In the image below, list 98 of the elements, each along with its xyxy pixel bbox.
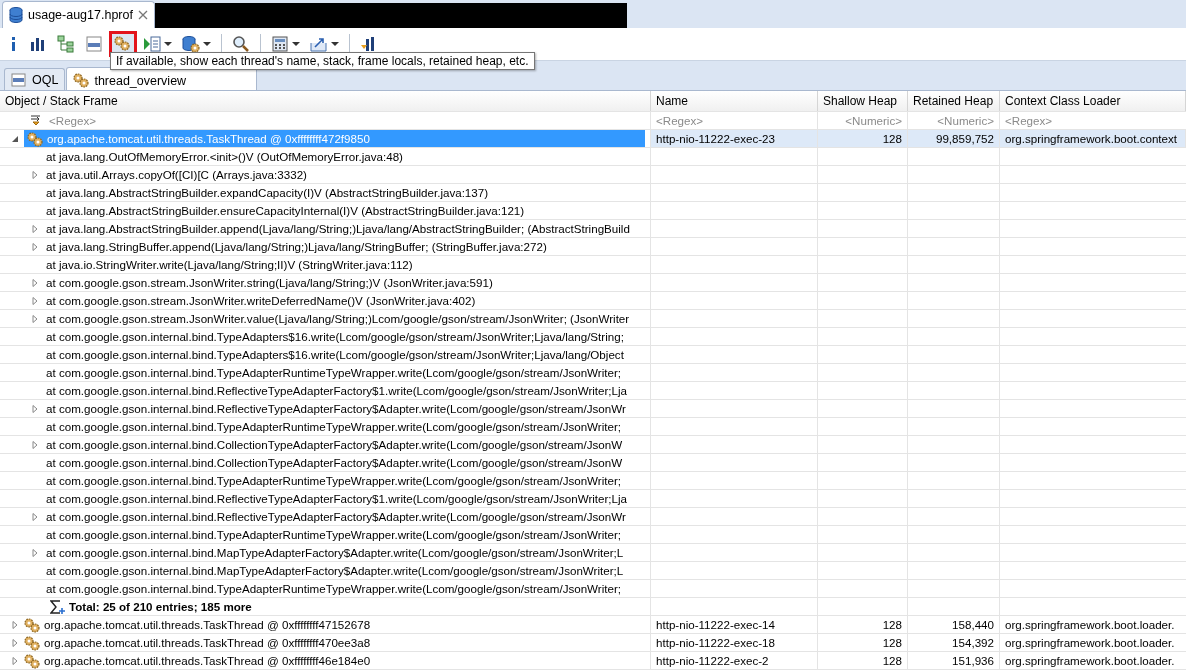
collapsed-arrow-icon[interactable]: [10, 619, 20, 630]
collapsed-arrow-icon[interactable]: [30, 439, 40, 450]
collapsed-arrow-icon[interactable]: [30, 313, 40, 324]
gears-icon: [24, 616, 40, 633]
stack-frame-text: at com.google.gson.internal.bind.ReflectiveTypeAdapterFactory$Adapter.write(Lcom/google/gson/stream/JsonWr: [46, 402, 626, 415]
table-cell-text: 154,392: [951, 635, 995, 651]
column-header[interactable]: Name: [651, 91, 818, 111]
thread-object-text: org.apache.tomcat.util.threads.TaskThread @ 0xffffffff470ee3a8: [44, 636, 371, 649]
stack-frame-text: at java.util.Arrays.copyOf([CI)[C (Arrays.java:3332): [46, 168, 307, 181]
table-cell-text: 151,936: [951, 653, 995, 669]
caret-icon: [331, 42, 339, 46]
table-cell: 99,859,752: [908, 130, 1000, 147]
stack-frame-text: at com.google.gson.internal.bind.ReflectiveTypeAdapterFactory$1.write(Lcom/google/gson/stream/JsonWriter;Lja: [46, 384, 628, 397]
collapsed-arrow-icon[interactable]: [30, 511, 40, 522]
stack-frame-text: at java.lang.OutOfMemoryError.<init>()V (OutOfMemoryError.java:48): [46, 150, 403, 163]
gears-icon: [114, 35, 132, 53]
stack-frame-text: at java.lang.AbstractStringBuilder.expandCapacity(I)V (AbstractStringBuilder.java:137): [46, 186, 489, 199]
table-cell: org.springframework.boot.context: [1000, 130, 1186, 147]
table-cell-text: http-nio-11222-exec-14: [655, 617, 777, 633]
column-header[interactable]: Object / Stack Frame: [0, 91, 651, 111]
stack-frame-text: at com.google.gson.stream.JsonWriter.string(Ljava/lang/String;)V (JsonWriter.java:591): [46, 276, 493, 289]
thread-row[interactable]: org.apache.tomcat.util.threads.TaskThread @ 0xffffffff46e184e0 http-nio-11222-exec-2 128 151,936 org.springframework.boot.loader.: [0, 652, 1186, 670]
thread-object-text: org.apache.tomcat.util.threads.TaskThread @ 0xffffffff47152678: [44, 618, 371, 631]
stack-frame-text: at java.lang.AbstractStringBuilder.append(Ljava/lang/String;)Ljava/lang/AbstractStringBuilder; (AbstractStringBuild: [46, 222, 630, 235]
stack-frame-text: at java.io.StringWriter.write(Ljava/lang/String;II)V (StringWriter.java:112): [46, 258, 413, 271]
thread-object-text: org.apache.tomcat.util.threads.TaskThread @ 0xffffffff46e184e0: [44, 654, 371, 667]
stack-frame-text: at com.google.gson.internal.bind.TypeAdapterRuntimeTypeWrapper.write(Lcom/google/gson/stream/JsonWriter;: [46, 528, 622, 541]
database-gear-icon: [182, 35, 200, 53]
gears-icon: [24, 652, 40, 669]
column-header[interactable]: Retained Heap: [908, 91, 1000, 111]
filter-field[interactable]: <Numeric>: [937, 114, 994, 127]
thread-object-text: org.apache.tomcat.util.threads.TaskThread @ 0xffffffff472f9850: [47, 132, 370, 145]
stack-frame-text: at com.google.gson.internal.bind.TypeAdapters$16.write(Lcom/google/gson/stream/JsonWriter;Ljava/lang/Object: [46, 348, 624, 361]
close-icon[interactable]: [137, 10, 148, 20]
column-header[interactable]: Shallow Heap: [818, 91, 908, 111]
stack-frame-text: at com.google.gson.stream.JsonWriter.writeDeferredName()V (JsonWriter.java:402): [46, 294, 476, 307]
caret-icon: [292, 42, 300, 46]
stack-frame-text: at com.google.gson.internal.bind.TypeAdapterRuntimeTypeWrapper.write(Lcom/google/gson/stream/JsonWriter;: [46, 582, 622, 595]
stack-frame-text: at java.lang.AbstractStringBuilder.ensureCapacityInternal(I)V (AbstractStringBuilder.java:121): [46, 204, 525, 217]
editor-tab[interactable]: usage-aug17.hprof: [2, 1, 155, 28]
total-entries-text[interactable]: Total: 25 of 210 entries; 185 more: [69, 600, 252, 613]
stack-frame-text: at com.google.gson.internal.bind.CollectionTypeAdapterFactory$Adapter.write(Lcom/google/gson/stream/JsonW: [46, 438, 623, 451]
thread-row[interactable]: org.apache.tomcat.util.threads.TaskThread @ 0xffffffff47152678 http-nio-11222-exec-14 128 158,440 org.springframework.boot.loader.: [0, 616, 1186, 634]
stack-frame-text: at java.lang.StringBuffer.append(Ljava/lang/String;)Ljava/lang/StringBuffer; (StringBuffer.java:272): [46, 240, 547, 253]
export-icon: [310, 35, 328, 53]
sum-plus-icon: [50, 599, 66, 614]
caret-icon: [164, 42, 172, 46]
calculator-icon: [271, 35, 289, 53]
collapsed-arrow-icon[interactable]: [30, 403, 40, 414]
search-icon: [232, 35, 250, 53]
stack-frame-text: at com.google.gson.internal.bind.CollectionTypeAdapterFactory$Adapter.write(Lcom/google/gson/stream/JsonW: [46, 456, 623, 469]
stack-frame-text: at com.google.gson.internal.bind.TypeAdapterRuntimeTypeWrapper.write(Lcom/google/gson/stream/JsonWriter;: [46, 366, 622, 379]
thread-row[interactable]: org.apache.tomcat.util.threads.TaskThread @ 0xffffffff470ee3a8 http-nio-11222-exec-18 128 154,392 org.springframework.boot.loader.: [0, 634, 1186, 652]
filter-field[interactable]: <Numeric>: [845, 114, 902, 127]
stack-frame-text: at com.google.gson.internal.bind.MapTypeAdapterFactory$Adapter.write(Lcom/google/gson/stream/JsonWriter;L: [46, 546, 624, 559]
collapsed-arrow-icon[interactable]: [30, 241, 40, 252]
stack-frame-text: at com.google.gson.internal.bind.ReflectiveTypeAdapterFactory$Adapter.write(Lcom/google/gson/stream/JsonWr: [46, 510, 626, 523]
stack-frame-text: at com.google.gson.internal.bind.MapTypeAdapterFactory$Adapter.write(Lcom/google/gson/stream/JsonWriter;L: [46, 564, 624, 577]
gears-icon: [27, 130, 43, 147]
filter-field[interactable]: <Regex>: [49, 114, 97, 127]
stack-frame-text: at com.google.gson.internal.bind.TypeAdapters$16.write(Lcom/google/gson/stream/JsonWriter;Ljava/lang/String;: [46, 330, 624, 343]
column-header[interactable]: Context Class Loader: [1000, 91, 1186, 111]
collapsed-arrow-icon[interactable]: [30, 277, 40, 288]
gears-icon: [73, 72, 90, 88]
table-cell: 128: [818, 130, 908, 147]
table-cell-text: 158,440: [951, 617, 995, 633]
collapsed-arrow-icon[interactable]: [30, 547, 40, 558]
editor-tab-title: usage-aug17.hprof: [28, 8, 133, 22]
table-cell-text: org.springframework.boot.loader.: [1004, 635, 1176, 651]
database-icon: [9, 7, 23, 23]
table-cell-text: 128: [881, 617, 903, 633]
tree-icon: [57, 35, 75, 53]
gears-icon: [24, 634, 40, 651]
table-cell-text: http-nio-11222-exec-18: [655, 635, 777, 651]
tooltip: If available, show each thread's name, stack, frame locals, retained heap, etc.: [110, 52, 535, 70]
collapsed-arrow-icon[interactable]: [30, 223, 40, 234]
table-cell-text: org.springframework.boot.loader.: [1004, 653, 1176, 669]
collapsed-arrow-icon[interactable]: [10, 637, 20, 648]
collapsed-arrow-icon[interactable]: [30, 295, 40, 306]
stack-frame-text: at com.google.gson.internal.bind.TypeAdapterRuntimeTypeWrapper.write(Lcom/google/gson/stream/JsonWriter;: [46, 474, 622, 487]
info-icon: [11, 36, 16, 52]
table-cell-text: 128: [881, 653, 903, 669]
stack-frame-text: at com.google.gson.stream.JsonWriter.value(Ljava/lang/String;)Lcom/google/gson/stream/JsonWriter; (JsonWriter: [46, 312, 630, 325]
table-cell-text: 128: [881, 635, 903, 651]
table-cell-text: http-nio-11222-exec-2: [655, 653, 770, 669]
run-list-icon: [143, 35, 161, 53]
table-cell-text: org.springframework.boot.loader.: [1004, 617, 1176, 633]
caret-icon: [203, 42, 211, 46]
view-tab[interactable]: OQL: [4, 68, 66, 90]
table-cell: http-nio-11222-exec-23: [651, 130, 818, 147]
filter-field[interactable]: <Regex>: [656, 114, 704, 127]
collapsed-arrow-icon[interactable]: [30, 169, 40, 180]
stack-frame-text: at com.google.gson.internal.bind.TypeAdapterRuntimeTypeWrapper.write(Lcom/google/gson/stream/JsonWriter;: [46, 420, 622, 433]
filter-field[interactable]: <Regex>: [1005, 114, 1053, 127]
stack-frame-text: at com.google.gson.internal.bind.ReflectiveTypeAdapterFactory$1.write(Lcom/google/gson/stream/JsonWriter;Lja: [46, 492, 628, 505]
bar-chart-icon: [29, 35, 47, 53]
thread-row[interactable]: org.apache.tomcat.util.threads.TaskThread @ 0xffffffff472f9850 http-nio-11222-exec-23 128 99,859,752 org.springframework.boot.context: [0, 130, 1186, 148]
collapsed-arrow-icon[interactable]: [10, 655, 20, 666]
